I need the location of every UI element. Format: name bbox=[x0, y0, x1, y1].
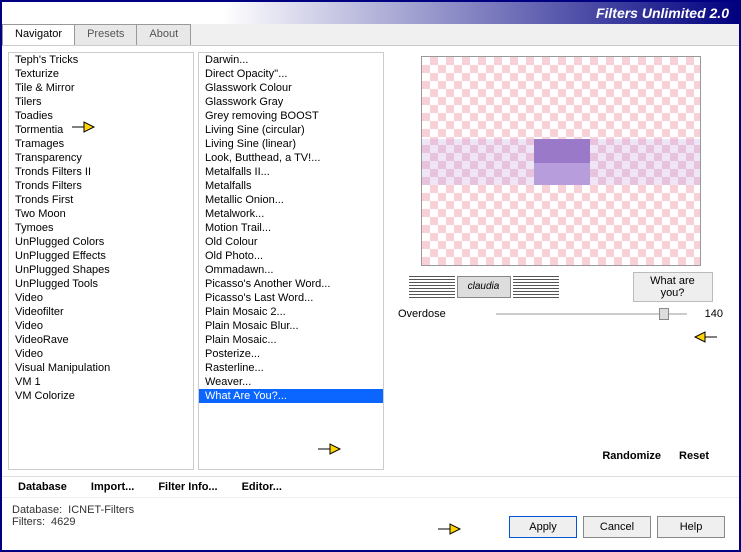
list-item[interactable]: Two Moon bbox=[9, 207, 193, 221]
list-item[interactable]: Glasswork Colour bbox=[199, 81, 383, 95]
preview-image bbox=[421, 56, 701, 266]
db-value: ICNET-Filters bbox=[68, 504, 134, 516]
pointer-icon bbox=[316, 440, 342, 458]
list-item[interactable]: Tilers bbox=[9, 95, 193, 109]
list-item[interactable]: Texturize bbox=[9, 67, 193, 81]
reset-button[interactable]: Reset bbox=[679, 450, 709, 462]
list-item[interactable]: Tramages bbox=[9, 137, 193, 151]
pointer-icon bbox=[436, 520, 462, 538]
db-label: Database: bbox=[12, 504, 62, 516]
list-item[interactable]: Plain Mosaic 2... bbox=[199, 305, 383, 319]
list-item[interactable]: Living Sine (linear) bbox=[199, 137, 383, 151]
list-item[interactable]: Rasterline... bbox=[199, 361, 383, 375]
list-item[interactable]: Living Sine (circular) bbox=[199, 123, 383, 137]
list-item[interactable]: Plain Mosaic Blur... bbox=[199, 319, 383, 333]
param-title: What are you? bbox=[633, 272, 713, 302]
list-item[interactable]: Picasso's Last Word... bbox=[199, 291, 383, 305]
app-title: Filters Unlimited 2.0 bbox=[596, 5, 729, 21]
watermark-text: claudia bbox=[457, 276, 511, 298]
list-item[interactable]: Video bbox=[9, 319, 193, 333]
list-item[interactable]: Picasso's Another Word... bbox=[199, 277, 383, 291]
cancel-button[interactable]: Cancel bbox=[583, 516, 651, 538]
list-item[interactable]: Video bbox=[9, 291, 193, 305]
list-item[interactable]: Plain Mosaic... bbox=[199, 333, 383, 347]
list-item[interactable]: Tymoes bbox=[9, 221, 193, 235]
list-item[interactable]: UnPlugged Shapes bbox=[9, 263, 193, 277]
right-buttons: Randomize Reset bbox=[392, 446, 729, 466]
list-item[interactable]: Darwin... bbox=[199, 53, 383, 67]
list-item[interactable]: What Are You?... bbox=[199, 389, 383, 403]
title-bar: Filters Unlimited 2.0 bbox=[2, 2, 739, 24]
watermark: claudia What are you? bbox=[409, 272, 713, 302]
category-list[interactable]: Teph's TricksTexturizeTile & MirrorTiler… bbox=[8, 52, 194, 470]
database-button[interactable]: Database bbox=[18, 481, 67, 493]
randomize-button[interactable]: Randomize bbox=[602, 450, 661, 462]
list-item[interactable]: Tronds Filters II bbox=[9, 165, 193, 179]
list-item[interactable]: VideoRave bbox=[9, 333, 193, 347]
bottom-toolbar: Database Import... Filter Info... Editor… bbox=[2, 476, 739, 497]
list-item[interactable]: VM Colorize bbox=[9, 389, 193, 403]
main-panel: Teph's TricksTexturizeTile & MirrorTiler… bbox=[2, 46, 739, 476]
import-button[interactable]: Import... bbox=[91, 481, 134, 493]
list-item[interactable]: Metalfalls II... bbox=[199, 165, 383, 179]
slider-overdose[interactable]: Overdose 140 bbox=[392, 302, 729, 326]
list-item[interactable]: Visual Manipulation bbox=[9, 361, 193, 375]
preview-panel: claudia What are you? Overdose 140 Rando… bbox=[388, 52, 733, 470]
list-item[interactable]: Teph's Tricks bbox=[9, 53, 193, 67]
tab-about[interactable]: About bbox=[136, 24, 191, 45]
list-item[interactable]: Tormentia bbox=[9, 123, 193, 137]
list-item[interactable]: Metalfalls bbox=[199, 179, 383, 193]
pointer-icon bbox=[693, 328, 719, 346]
list-item[interactable]: Old Photo... bbox=[199, 249, 383, 263]
filterinfo-button[interactable]: Filter Info... bbox=[158, 481, 217, 493]
list-item[interactable]: Tronds Filters bbox=[9, 179, 193, 193]
list-item[interactable]: Tile & Mirror bbox=[9, 81, 193, 95]
list-item[interactable]: Posterize... bbox=[199, 347, 383, 361]
list-item[interactable]: Toadies bbox=[9, 109, 193, 123]
list-item[interactable]: Metalwork... bbox=[199, 207, 383, 221]
list-item[interactable]: UnPlugged Tools bbox=[9, 277, 193, 291]
list-item[interactable]: Transparency bbox=[9, 151, 193, 165]
slider-thumb[interactable] bbox=[659, 308, 669, 320]
list-item[interactable]: Videofilter bbox=[9, 305, 193, 319]
list-item[interactable]: Look, Butthead, a TV!... bbox=[199, 151, 383, 165]
list-item[interactable]: Weaver... bbox=[199, 375, 383, 389]
apply-button[interactable]: Apply bbox=[509, 516, 577, 538]
list-item[interactable]: VM 1 bbox=[9, 375, 193, 389]
list-item[interactable]: Metallic Onion... bbox=[199, 193, 383, 207]
editor-button[interactable]: Editor... bbox=[242, 481, 282, 493]
filter-list[interactable]: Darwin...Direct Opacity''...Glasswork Co… bbox=[198, 52, 384, 470]
list-item[interactable]: Direct Opacity''... bbox=[199, 67, 383, 81]
slider-label: Overdose bbox=[398, 308, 488, 320]
list-item[interactable]: UnPlugged Effects bbox=[9, 249, 193, 263]
slider-value: 140 bbox=[695, 308, 723, 320]
tabs: Navigator Presets About bbox=[2, 24, 739, 46]
tab-presets[interactable]: Presets bbox=[74, 24, 137, 45]
help-button[interactable]: Help bbox=[657, 516, 725, 538]
list-item[interactable]: Grey removing BOOST bbox=[199, 109, 383, 123]
list-item[interactable]: Glasswork Gray bbox=[199, 95, 383, 109]
list-item[interactable]: Tronds First bbox=[9, 193, 193, 207]
slider-track[interactable] bbox=[496, 313, 687, 315]
list-item[interactable]: Video bbox=[9, 347, 193, 361]
pointer-icon bbox=[70, 118, 96, 136]
list-item[interactable]: Old Colour bbox=[199, 235, 383, 249]
dialog-buttons: Apply Cancel Help bbox=[509, 516, 725, 538]
tab-navigator[interactable]: Navigator bbox=[2, 24, 75, 45]
list-item[interactable]: Ommadawn... bbox=[199, 263, 383, 277]
list-item[interactable]: Motion Trail... bbox=[199, 221, 383, 235]
list-item[interactable]: UnPlugged Colors bbox=[9, 235, 193, 249]
filters-label: Filters: bbox=[12, 516, 45, 528]
filters-value: 4629 bbox=[51, 516, 75, 528]
